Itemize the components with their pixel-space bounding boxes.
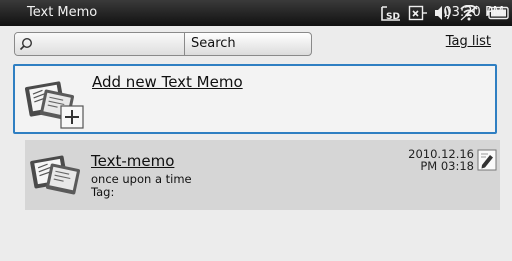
svg-text:SD: SD: [386, 12, 400, 21]
memo-title: Text-memo: [91, 152, 175, 170]
sd-card-icon: SD: [381, 5, 400, 21]
search-icon: [19, 37, 33, 51]
search-box: Search: [14, 32, 312, 56]
app-title: Text Memo: [27, 5, 98, 20]
memo-tag: Tag:: [91, 185, 115, 199]
status-bar: Text Memo SD 03:20 PM: [0, 0, 512, 26]
search-input[interactable]: [15, 33, 185, 55]
memo-icon: [30, 155, 81, 195]
add-new-memo-item[interactable]: Add new Text Memo: [13, 64, 497, 134]
search-bar: Search Tag list: [0, 26, 512, 60]
memo-time: PM 03:18: [420, 159, 474, 173]
clock: 03:20 PM: [443, 5, 504, 20]
memo-preview: once upon a time: [91, 172, 192, 186]
tag-list-link[interactable]: Tag list: [446, 34, 491, 49]
memo-timestamp: 2010.12.16 PM 03:18: [408, 148, 474, 172]
edit-icon[interactable]: [477, 149, 497, 171]
memo-list-item[interactable]: Text-memo once upon a time Tag: 2010.12.…: [25, 140, 500, 210]
usb-icon: [408, 5, 427, 21]
search-button[interactable]: Search: [185, 33, 311, 55]
add-new-memo-label: Add new Text Memo: [92, 73, 243, 91]
memo-add-icon: [24, 81, 84, 129]
